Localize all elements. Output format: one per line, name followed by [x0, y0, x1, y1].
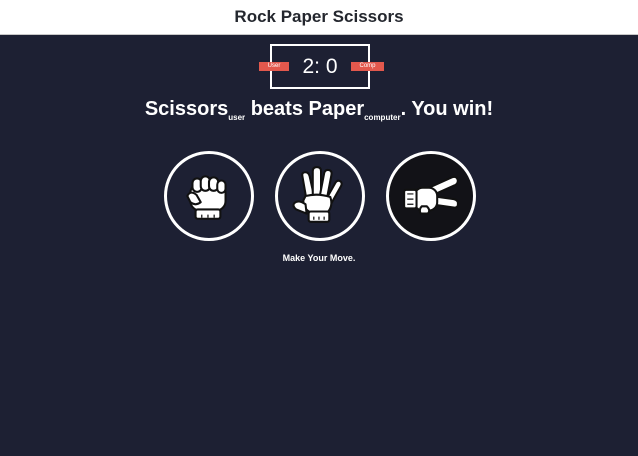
- result-user-tag: user: [228, 113, 246, 122]
- rock-choice-button[interactable]: [164, 151, 254, 241]
- result-verb: beats: [250, 98, 303, 120]
- paper-hand-icon: [292, 166, 343, 223]
- rock-fist-icon: [186, 175, 227, 220]
- scissors-hand-icon: [403, 175, 460, 215]
- user-badge: User: [259, 62, 289, 71]
- result-message: Scissorsuser beats Papercomputer. You wi…: [0, 98, 638, 122]
- user-score: 2: [302, 54, 315, 78]
- comp-badge: Comp: [351, 62, 384, 71]
- result-comp-choice: Paper: [308, 98, 365, 120]
- comp-score: 0: [325, 54, 338, 78]
- result-comp-tag: computer: [364, 113, 401, 122]
- result-outcome: . You win!: [400, 98, 494, 120]
- app-title: Rock Paper Scissors: [234, 7, 404, 26]
- scissors-choice-button[interactable]: [386, 151, 476, 241]
- score-separator: :: [314, 54, 320, 78]
- app-header: Rock Paper Scissors: [0, 0, 638, 35]
- result-user-choice: Scissors: [144, 98, 229, 120]
- paper-choice-button[interactable]: [275, 151, 365, 241]
- make-move-prompt: Make Your Move.: [282, 253, 356, 263]
